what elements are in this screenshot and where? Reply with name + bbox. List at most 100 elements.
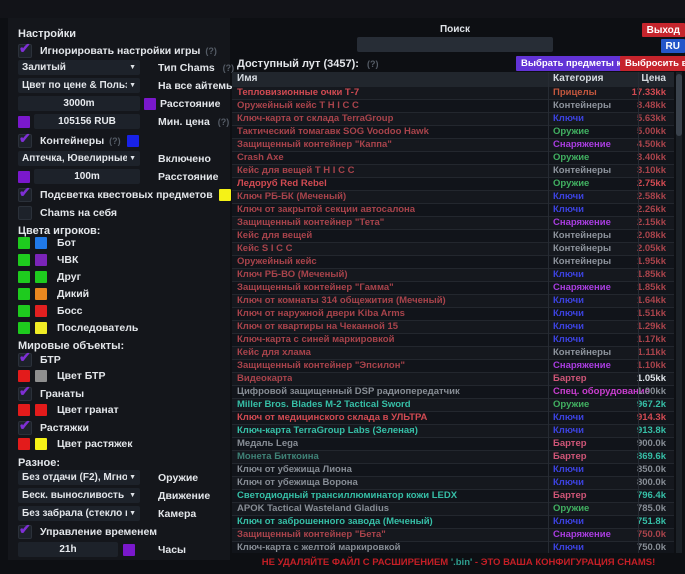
item-name: Светодиодный трансиллюминатор кожи LEDX xyxy=(237,490,457,502)
grenade-color-swatch[interactable] xyxy=(35,404,47,416)
table-row[interactable]: Кейс для вещей T H I C CКонтейнеры3.10kk xyxy=(232,165,674,178)
table-row[interactable]: Ключ РБ-ВО (Меченый)Ключи1.85kk xyxy=(232,269,674,282)
base-color-swatch[interactable] xyxy=(18,322,30,334)
table-scrollbar[interactable] xyxy=(676,72,682,553)
discard-all-button[interactable]: Выбросить все xyxy=(620,56,685,71)
items-mode-dropdown[interactable]: Цвет по цене & Пользователь ▼ xyxy=(18,78,140,93)
table-row[interactable]: Оружейный кейсКонтейнеры1.95kk xyxy=(232,256,674,269)
table-row[interactable]: Miller Bros. Blades M-2 Tactical SwordОр… xyxy=(232,399,674,412)
container-distance-input[interactable]: 100m xyxy=(34,169,140,184)
base-color-swatch[interactable] xyxy=(18,254,30,266)
item-name: APOK Tactical Wasteland Gladius xyxy=(237,503,389,515)
table-row[interactable]: Ключ РБ-БК (Меченый)Ключи2.58kk xyxy=(232,191,674,204)
base-color-swatch[interactable] xyxy=(18,271,30,283)
table-row[interactable]: Ключ от убежища ВоронаКлючи800.0k xyxy=(232,477,674,490)
base-color-swatch[interactable] xyxy=(18,288,30,300)
grenades-checkbox[interactable]: ✔ xyxy=(18,387,32,401)
target-color-swatch[interactable] xyxy=(35,237,47,249)
table-row[interactable]: Кейс для хламаКонтейнеры1.11kk xyxy=(232,347,674,360)
exit-button[interactable]: Выход xyxy=(642,23,685,37)
containers-checkbox[interactable]: ✔ xyxy=(18,134,32,148)
help-hint[interactable]: (?) xyxy=(109,136,121,146)
distance-input[interactable]: 3000m xyxy=(18,96,140,111)
btr-base-color-swatch[interactable] xyxy=(18,370,30,382)
table-row[interactable]: Ключ от квартиры на Чеканной 15Ключи1.29… xyxy=(232,321,674,334)
help-hint[interactable]: (?) xyxy=(218,117,230,127)
table-row[interactable]: Ключ-карта TerraGroup Labs (Зеленая)Ключ… xyxy=(232,425,674,438)
ignore-game-settings-checkbox[interactable]: ✔ xyxy=(18,44,32,58)
distance-color-swatch[interactable] xyxy=(144,98,156,110)
table-row[interactable]: Монета БиткоинаБартер869.6k xyxy=(232,451,674,464)
grenade-base-color-swatch[interactable] xyxy=(18,404,30,416)
table-row[interactable]: Ключ от наружной двери Kiba ArmsКлючи1.5… xyxy=(232,308,674,321)
table-row[interactable]: Ледоруб Red RebelОружие2.75kk xyxy=(232,178,674,191)
table-row[interactable]: Медаль LegaБартер900.0k xyxy=(232,438,674,451)
column-header-name[interactable]: Имя xyxy=(237,73,257,84)
table-row[interactable]: Ключ-карта от склада TerraGroupКлючи5.63… xyxy=(232,113,674,126)
warning-extension: '.bin' xyxy=(451,557,472,568)
table-row[interactable]: Защищенный контейнер "Бета"Снаряжение750… xyxy=(232,529,674,542)
quest-items-checkbox[interactable]: ✔ xyxy=(18,188,32,202)
search-input[interactable] xyxy=(357,37,553,52)
containers-color-swatch[interactable] xyxy=(127,135,139,147)
quest-items-color-swatch[interactable] xyxy=(219,189,231,201)
chams-type-dropdown[interactable]: Залитый ▼ xyxy=(18,60,140,75)
language-button[interactable]: RU xyxy=(661,39,685,53)
time-control-checkbox[interactable]: ✔ xyxy=(18,525,32,539)
btr-checkbox[interactable]: ✔ xyxy=(18,353,32,367)
grenade-color-row: Цвет гранат xyxy=(18,402,226,417)
help-hint[interactable]: (?) xyxy=(205,46,217,56)
self-chams-checkbox[interactable] xyxy=(18,206,32,220)
target-color-swatch[interactable] xyxy=(35,271,47,283)
chevron-down-icon: ▼ xyxy=(129,510,136,517)
target-color-swatch[interactable] xyxy=(35,254,47,266)
tripwire-color-swatch[interactable] xyxy=(35,438,47,450)
table-row[interactable]: Оружейный кейс T H I C CКонтейнеры8.48kk xyxy=(232,100,674,113)
table-row[interactable]: Защищенный контейнер "Каппа"Снаряжение4.… xyxy=(232,139,674,152)
target-color-swatch[interactable] xyxy=(35,305,47,317)
base-color-swatch[interactable] xyxy=(18,237,30,249)
item-name: Защищенный контейнер "Тета" xyxy=(237,217,384,229)
table-row[interactable]: Кейс S I C CКонтейнеры2.05kk xyxy=(232,243,674,256)
base-color-swatch[interactable] xyxy=(18,305,30,317)
item-price: 5.00kk xyxy=(637,126,666,138)
weapon-dropdown[interactable]: Без отдачи (F2), Мгновенное п ▼ xyxy=(18,470,140,485)
target-color-swatch[interactable] xyxy=(35,288,47,300)
scrollbar-thumb[interactable] xyxy=(676,74,682,136)
camera-dropdown[interactable]: Без забрала (стекло шлема) ▼ xyxy=(18,506,140,521)
help-hint[interactable]: (?) xyxy=(367,59,379,69)
table-row[interactable]: Цифровой защищенный DSP радиопередатчикС… xyxy=(232,386,674,399)
hours-color-swatch[interactable] xyxy=(123,544,135,556)
container-types-dropdown[interactable]: Аптечка, Ювелирные и... ▼ xyxy=(18,151,140,166)
min-price-input[interactable]: 105156 RUB xyxy=(34,114,140,129)
table-row[interactable]: Светодиодный трансиллюминатор кожи LEDXБ… xyxy=(232,490,674,503)
btr-color-swatch[interactable] xyxy=(35,370,47,382)
container-distance-color-swatch[interactable] xyxy=(18,171,30,183)
table-row[interactable]: ВидеокартаБартер1.05kk xyxy=(232,373,674,386)
table-row[interactable]: Защищенный контейнер "Тета"Снаряжение2.1… xyxy=(232,217,674,230)
table-row[interactable]: Crash AxeОружие3.40kk xyxy=(232,152,674,165)
help-hint[interactable]: (?) xyxy=(223,63,235,73)
tripwire-base-color-swatch[interactable] xyxy=(18,438,30,450)
target-color-swatch[interactable] xyxy=(35,322,47,334)
table-row[interactable]: Тепловизионные очки Т-7Прицелы17.33kk xyxy=(232,87,674,100)
movement-dropdown[interactable]: Беск. выносливость и нет уста ▼ xyxy=(18,488,140,503)
hours-input[interactable]: 21h xyxy=(18,542,118,557)
min-price-color-swatch[interactable] xyxy=(18,116,30,128)
column-header-category[interactable]: Категория xyxy=(553,73,603,84)
table-row[interactable]: Ключ-карта с синей маркировкойКлючи1.17k… xyxy=(232,334,674,347)
table-row[interactable]: Ключ-карта с желтой маркировкойКлючи750.… xyxy=(232,542,674,553)
table-row[interactable]: Ключ от убежища ЛионаКлючи850.0k xyxy=(232,464,674,477)
table-row[interactable]: Ключ от закрытой секции автосалонаКлючи2… xyxy=(232,204,674,217)
column-header-price[interactable]: Цена xyxy=(641,73,666,84)
table-row[interactable]: APOK Tactical Wasteland GladiusОружие785… xyxy=(232,503,674,516)
table-row[interactable]: Тактический томагавк SOG Voodoo HawkОруж… xyxy=(232,126,674,139)
table-row[interactable]: Ключ от заброшенного завода (Меченый)Клю… xyxy=(232,516,674,529)
table-row[interactable]: Ключ от медицинского склада в УЛЬТРАКлюч… xyxy=(232,412,674,425)
tripwires-checkbox[interactable]: ✔ xyxy=(18,421,32,435)
table-row[interactable]: Кейс для вещейКонтейнеры2.08kk xyxy=(232,230,674,243)
table-row[interactable]: Защищенный контейнер "Гамма"Снаряжение1.… xyxy=(232,282,674,295)
table-row[interactable]: Защищенный контейнер "Эпсилон"Снаряжение… xyxy=(232,360,674,373)
item-category: Контейнеры xyxy=(553,230,611,242)
table-row[interactable]: Ключ от комнаты 314 общежития (Меченый)К… xyxy=(232,295,674,308)
